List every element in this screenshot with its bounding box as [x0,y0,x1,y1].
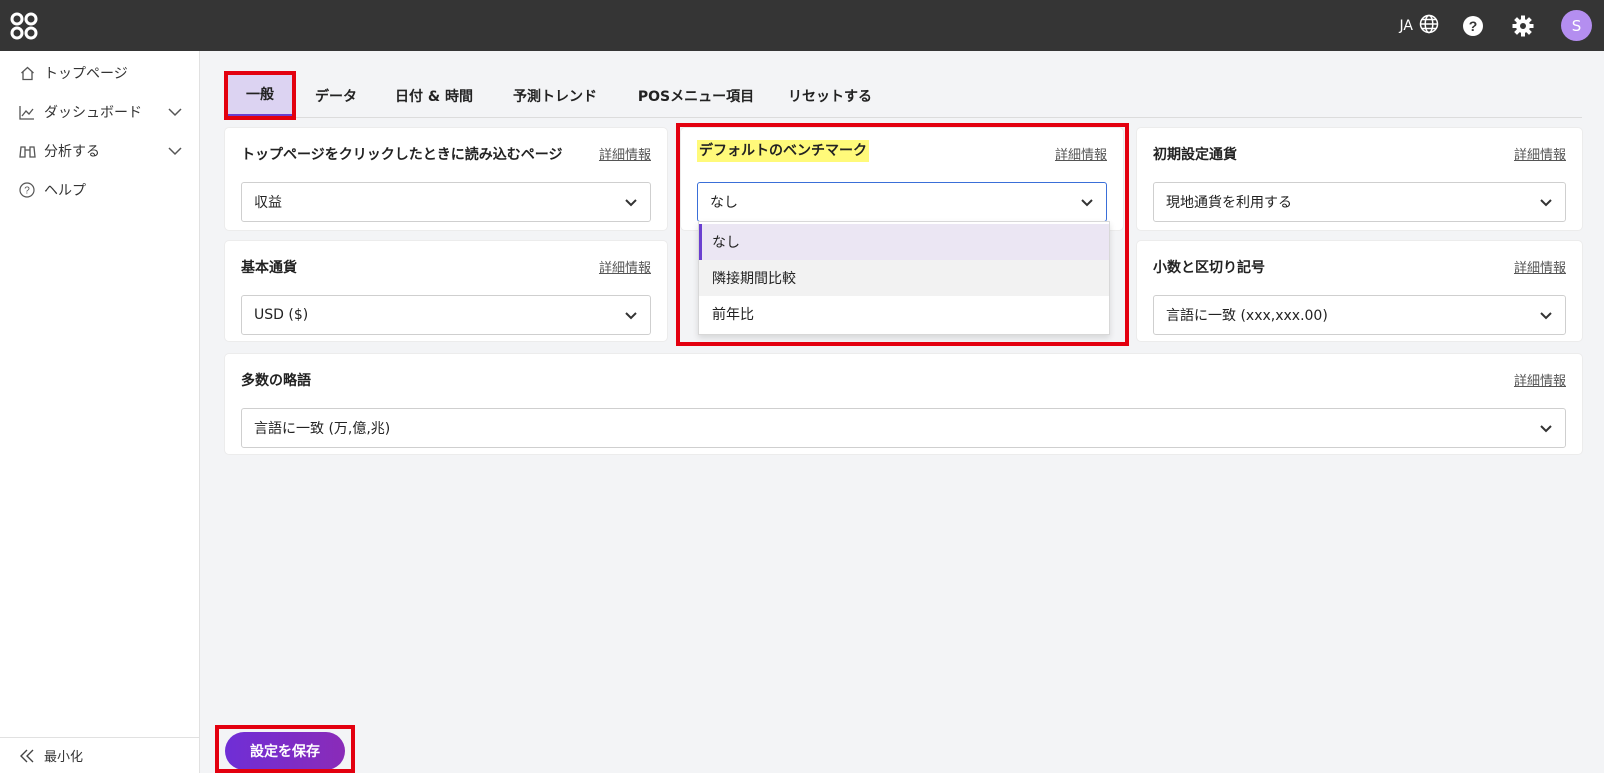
tab-data[interactable]: データ [306,74,366,117]
card-title: トップページをクリックしたときに読み込むページ [241,147,563,163]
details-link[interactable]: 詳細情報 [1514,370,1566,389]
language-switcher[interactable]: JA [1400,14,1439,38]
landing-page-card: トップページをクリックしたときに読み込むページ 詳細情報 収益 [225,128,667,230]
chevron-down-icon [1539,195,1553,213]
gear-icon[interactable] [1511,14,1535,38]
sidebar: トップページ ダッシュボード 分析する ? ヘルプ 最小化 [0,51,200,773]
details-link[interactable]: 詳細情報 [1055,144,1107,163]
details-link[interactable]: 詳細情報 [1514,144,1566,163]
tab-date-time[interactable]: 日付 & 時間 [384,74,484,117]
abbreviation-select[interactable]: 言語に一致 (万,億,兆) [241,408,1566,448]
question-icon: ? [18,181,36,199]
details-link[interactable]: 詳細情報 [1514,257,1566,276]
binoculars-icon [18,142,36,160]
dropdown-option-none[interactable]: なし [699,224,1109,260]
language-code: JA [1399,17,1413,34]
decimal-separator-select[interactable]: 言語に一致 (xxx,xxx.00) [1153,295,1566,335]
minimize-label: 最小化 [44,750,84,765]
dropdown-option-adjacent-period[interactable]: 隣接期間比較 [699,260,1109,296]
avatar-initial: S [1571,16,1582,35]
card-title: 初期設定通貨 [1153,147,1237,163]
chevron-down-icon [624,195,638,213]
sidebar-item-label: ヘルプ [44,183,86,199]
tab-general[interactable]: 一般 [228,74,292,117]
select-value: USD ($) [254,307,309,323]
app-logo-icon[interactable] [10,12,38,40]
save-settings-button[interactable]: 設定を保存 [225,732,345,770]
select-value: 言語に一致 (xxx,xxx.00) [1166,308,1328,324]
sidebar-item-analyze[interactable]: 分析する [18,139,183,163]
chart-icon [18,103,36,121]
sidebar-item-label: トップページ [44,66,128,82]
base-currency-card: 基本通貨 詳細情報 USD ($) [225,241,667,341]
decimal-separator-card: 小数と区切り記号 詳細情報 言語に一致 (xxx,xxx.00) [1137,241,1582,341]
svg-text:?: ? [1469,18,1478,34]
select-value: 言語に一致 (万,億,兆) [254,421,391,437]
minimize-button[interactable]: 最小化 [0,737,200,773]
chevron-down-icon[interactable] [167,143,183,163]
landing-page-select[interactable]: 収益 [241,182,651,222]
benchmark-dropdown-list: なし 隣接期間比較 前年比 [698,221,1110,335]
svg-text:?: ? [24,186,30,197]
dropdown-option-year-over-year[interactable]: 前年比 [699,296,1109,332]
avatar[interactable]: S [1561,10,1592,41]
select-value: 現地通貨を利用する [1166,195,1292,211]
home-icon [18,64,36,82]
base-currency-select[interactable]: USD ($) [241,295,651,335]
select-value: なし [710,195,738,211]
settings-tabs: 一般 データ 日付 & 時間 予測トレンド POSメニュー項目 リセットする [224,74,1582,118]
chevron-down-icon [1539,308,1553,326]
highlighted-title: デフォルトのベンチマーク [697,140,869,162]
sidebar-item-home[interactable]: トップページ [18,61,183,85]
details-link[interactable]: 詳細情報 [599,257,651,276]
sidebar-item-label: ダッシュボード [44,105,142,121]
top-bar: JA ? S [0,0,1604,51]
card-title: 基本通貨 [241,260,297,276]
globe-icon [1419,14,1439,38]
double-chevron-left-icon [20,749,34,763]
chevron-down-icon [1539,421,1553,439]
chevron-down-icon[interactable] [167,104,183,124]
card-title: 小数と区切り記号 [1153,260,1265,276]
chevron-down-icon [1080,195,1094,213]
tab-reset[interactable]: リセットする [782,74,878,117]
sidebar-item-dashboard[interactable]: ダッシュボード [18,100,183,124]
sidebar-item-label: 分析する [44,144,100,160]
chevron-down-icon [624,308,638,326]
abbreviation-card: 多数の略語 詳細情報 言語に一致 (万,億,兆) [225,354,1582,454]
default-currency-select[interactable]: 現地通貨を利用する [1153,182,1566,222]
tab-pos-menu-items[interactable]: POSメニュー項目 [626,74,766,117]
benchmark-select[interactable]: なし [697,182,1107,222]
default-currency-card: 初期設定通貨 詳細情報 現地通貨を利用する [1137,128,1582,230]
card-title: デフォルトのベンチマーク [697,140,869,162]
card-title: 多数の略語 [241,373,311,389]
sidebar-item-help[interactable]: ? ヘルプ [18,178,183,202]
help-icon[interactable]: ? [1461,14,1485,38]
tab-forecast-trend[interactable]: 予測トレンド [500,74,610,117]
select-value: 収益 [254,195,282,211]
details-link[interactable]: 詳細情報 [599,144,651,163]
benchmark-card: デフォルトのベンチマーク 詳細情報 なし [681,128,1123,230]
